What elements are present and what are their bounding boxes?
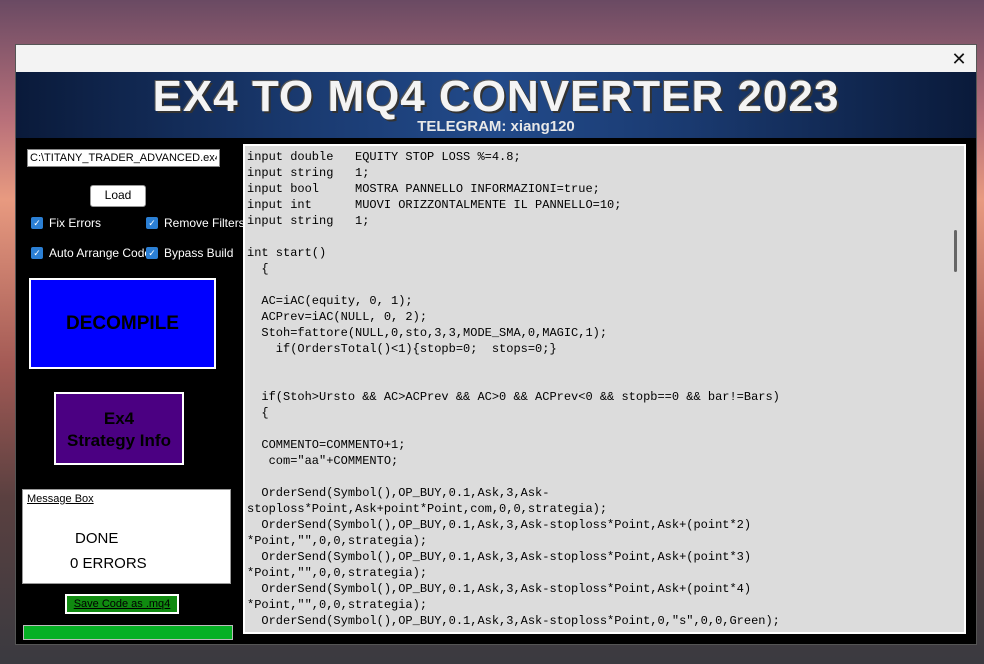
- auto-arrange-checkbox[interactable]: ✓ Auto Arrange Code: [31, 245, 151, 261]
- banner-title: EX4 TO MQ4 CONVERTER 2023: [152, 72, 840, 121]
- auto-arrange-label: Auto Arrange Code: [49, 246, 152, 260]
- checkmark-icon: ✓: [31, 247, 43, 259]
- fix-errors-label: Fix Errors: [49, 216, 101, 230]
- bypass-build-label: Bypass Build: [164, 246, 234, 260]
- progress-bar: [23, 625, 233, 640]
- vertical-scrollbar[interactable]: [948, 146, 964, 632]
- checkmark-icon: ✓: [146, 217, 158, 229]
- code-text[interactable]: input double EQUITY STOP LOSS %=4.8; inp…: [247, 149, 947, 629]
- decompile-button[interactable]: DECOMPILE: [29, 278, 216, 369]
- title-bar[interactable]: ✕: [16, 45, 976, 72]
- banner: EX4 TO MQ4 CONVERTER 2023 TELEGRAM: xian…: [16, 72, 976, 138]
- checkmark-icon: ✓: [146, 247, 158, 259]
- progress-fill: [24, 626, 232, 639]
- checkmark-icon: ✓: [31, 217, 43, 229]
- fix-errors-checkbox[interactable]: ✓ Fix Errors: [31, 215, 101, 231]
- message-box-title: Message Box: [27, 493, 94, 505]
- converter-window: ✕ EX4 TO MQ4 CONVERTER 2023 TELEGRAM: xi…: [15, 44, 977, 645]
- scrollbar-thumb[interactable]: [954, 230, 957, 272]
- strategy-info-line2: Strategy Info: [67, 431, 171, 450]
- banner-subtitle: TELEGRAM: xiang120: [417, 118, 575, 135]
- strategy-info-line1: Ex4: [103, 409, 135, 428]
- code-editor[interactable]: input double EQUITY STOP LOSS %=4.8; inp…: [243, 144, 966, 634]
- remove-filters-checkbox[interactable]: ✓ Remove Filters: [146, 215, 245, 231]
- message-box: Message Box DONE 0 ERRORS: [22, 489, 231, 584]
- message-errors: 0 ERRORS: [70, 555, 147, 572]
- message-status: DONE: [75, 530, 119, 547]
- remove-filters-label: Remove Filters: [164, 216, 245, 230]
- close-icon[interactable]: ✕: [948, 48, 970, 70]
- save-mq4-button[interactable]: Save Code as .mq4: [65, 594, 179, 614]
- strategy-info-button[interactable]: Ex4 Strategy Info: [54, 392, 184, 465]
- file-path-input[interactable]: [27, 149, 220, 167]
- bypass-build-checkbox[interactable]: ✓ Bypass Build: [146, 245, 233, 261]
- load-button[interactable]: Load: [90, 185, 146, 207]
